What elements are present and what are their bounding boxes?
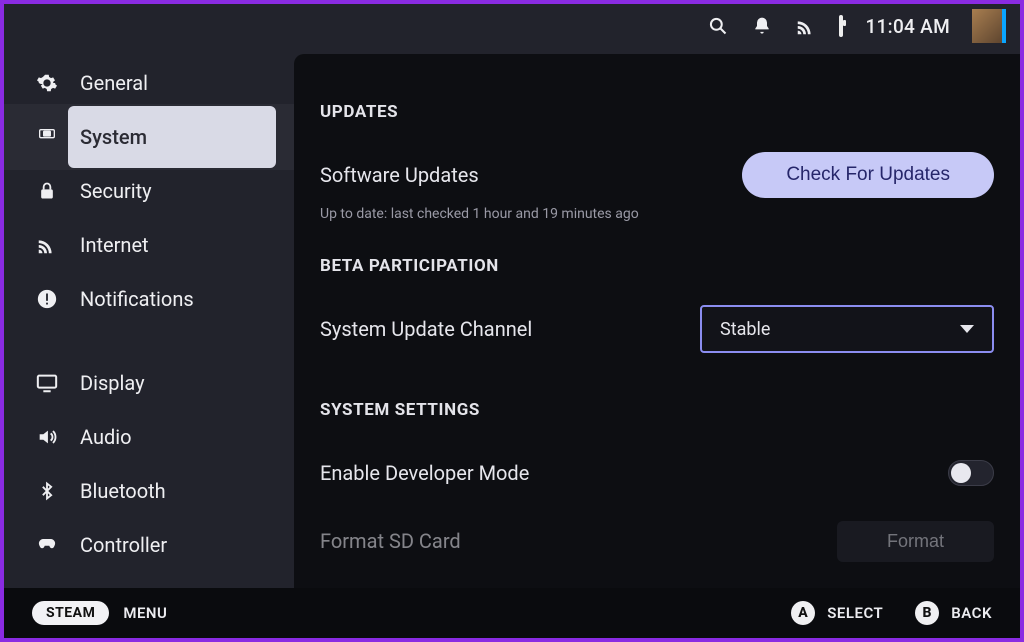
steam-button[interactable]: STEAM: [32, 601, 109, 625]
sidebar-item-general[interactable]: General: [4, 56, 294, 110]
settings-sidebar: General System Security Internet: [4, 48, 294, 638]
sidebar-item-label: Security: [80, 179, 152, 203]
sidebar-item-internet[interactable]: Internet: [4, 218, 294, 272]
back-hint-label: BACK: [951, 604, 992, 622]
wifi-icon: [34, 232, 60, 258]
gear-icon: [34, 70, 60, 96]
chevron-down-icon: [960, 325, 974, 333]
section-title-beta: BETA PARTICIPATION: [320, 256, 994, 276]
b-button-icon: B: [915, 601, 939, 625]
sidebar-item-label: Notifications: [80, 287, 194, 311]
sidebar-item-label: Audio: [80, 425, 132, 449]
sidebar-item-system[interactable]: System: [4, 110, 294, 164]
sidebar-item-display[interactable]: Display: [4, 356, 294, 410]
sidebar-item-security[interactable]: Security: [4, 164, 294, 218]
sidebar-item-label: Display: [80, 371, 145, 395]
settings-content: UPDATES Software Updates Check For Updat…: [294, 54, 1020, 638]
monitor-icon: [34, 370, 60, 396]
sidebar-item-controller[interactable]: Controller: [4, 518, 294, 572]
menu-hint-label: MENU: [123, 604, 167, 622]
developer-mode-toggle[interactable]: [948, 460, 994, 486]
alert-icon: [34, 286, 60, 312]
developer-mode-label: Enable Developer Mode: [320, 461, 529, 485]
sidebar-item-label: Bluetooth: [80, 479, 166, 503]
battery-icon: [839, 17, 843, 35]
gamepad-icon: [34, 532, 60, 558]
update-status-text: Up to date: last checked 1 hour and 19 m…: [320, 206, 994, 222]
bell-icon[interactable]: [751, 15, 773, 37]
bluetooth-icon: [34, 478, 60, 504]
format-sd-label: Format SD Card: [320, 529, 461, 553]
footer-hints: STEAM MENU A SELECT B BACK: [4, 588, 1020, 638]
section-title-updates: UPDATES: [320, 102, 994, 122]
update-channel-label: System Update Channel: [320, 317, 532, 341]
device-icon: [34, 124, 60, 150]
update-channel-select[interactable]: Stable: [700, 305, 994, 353]
format-sd-button[interactable]: Format: [837, 521, 994, 562]
speaker-icon: [34, 424, 60, 450]
check-updates-button[interactable]: Check For Updates: [742, 152, 994, 198]
sidebar-item-notifications[interactable]: Notifications: [4, 272, 294, 326]
software-updates-label: Software Updates: [320, 163, 479, 187]
a-button-icon: A: [791, 601, 815, 625]
update-channel-value: Stable: [720, 319, 770, 340]
sidebar-item-audio[interactable]: Audio: [4, 410, 294, 464]
sidebar-item-bluetooth[interactable]: Bluetooth: [4, 464, 294, 518]
sidebar-item-label: Controller: [80, 533, 167, 557]
sidebar-item-label: System: [80, 125, 147, 149]
lock-icon: [34, 178, 60, 204]
avatar[interactable]: [972, 9, 1006, 43]
section-title-system: SYSTEM SETTINGS: [320, 400, 994, 420]
cast-icon[interactable]: [795, 15, 817, 37]
clock: 11:04 AM: [865, 15, 950, 38]
sidebar-item-label: Internet: [80, 233, 149, 257]
select-hint-label: SELECT: [827, 604, 883, 622]
sidebar-item-label: General: [80, 71, 148, 95]
status-bar: 11:04 AM: [4, 4, 1020, 48]
search-icon[interactable]: [707, 15, 729, 37]
